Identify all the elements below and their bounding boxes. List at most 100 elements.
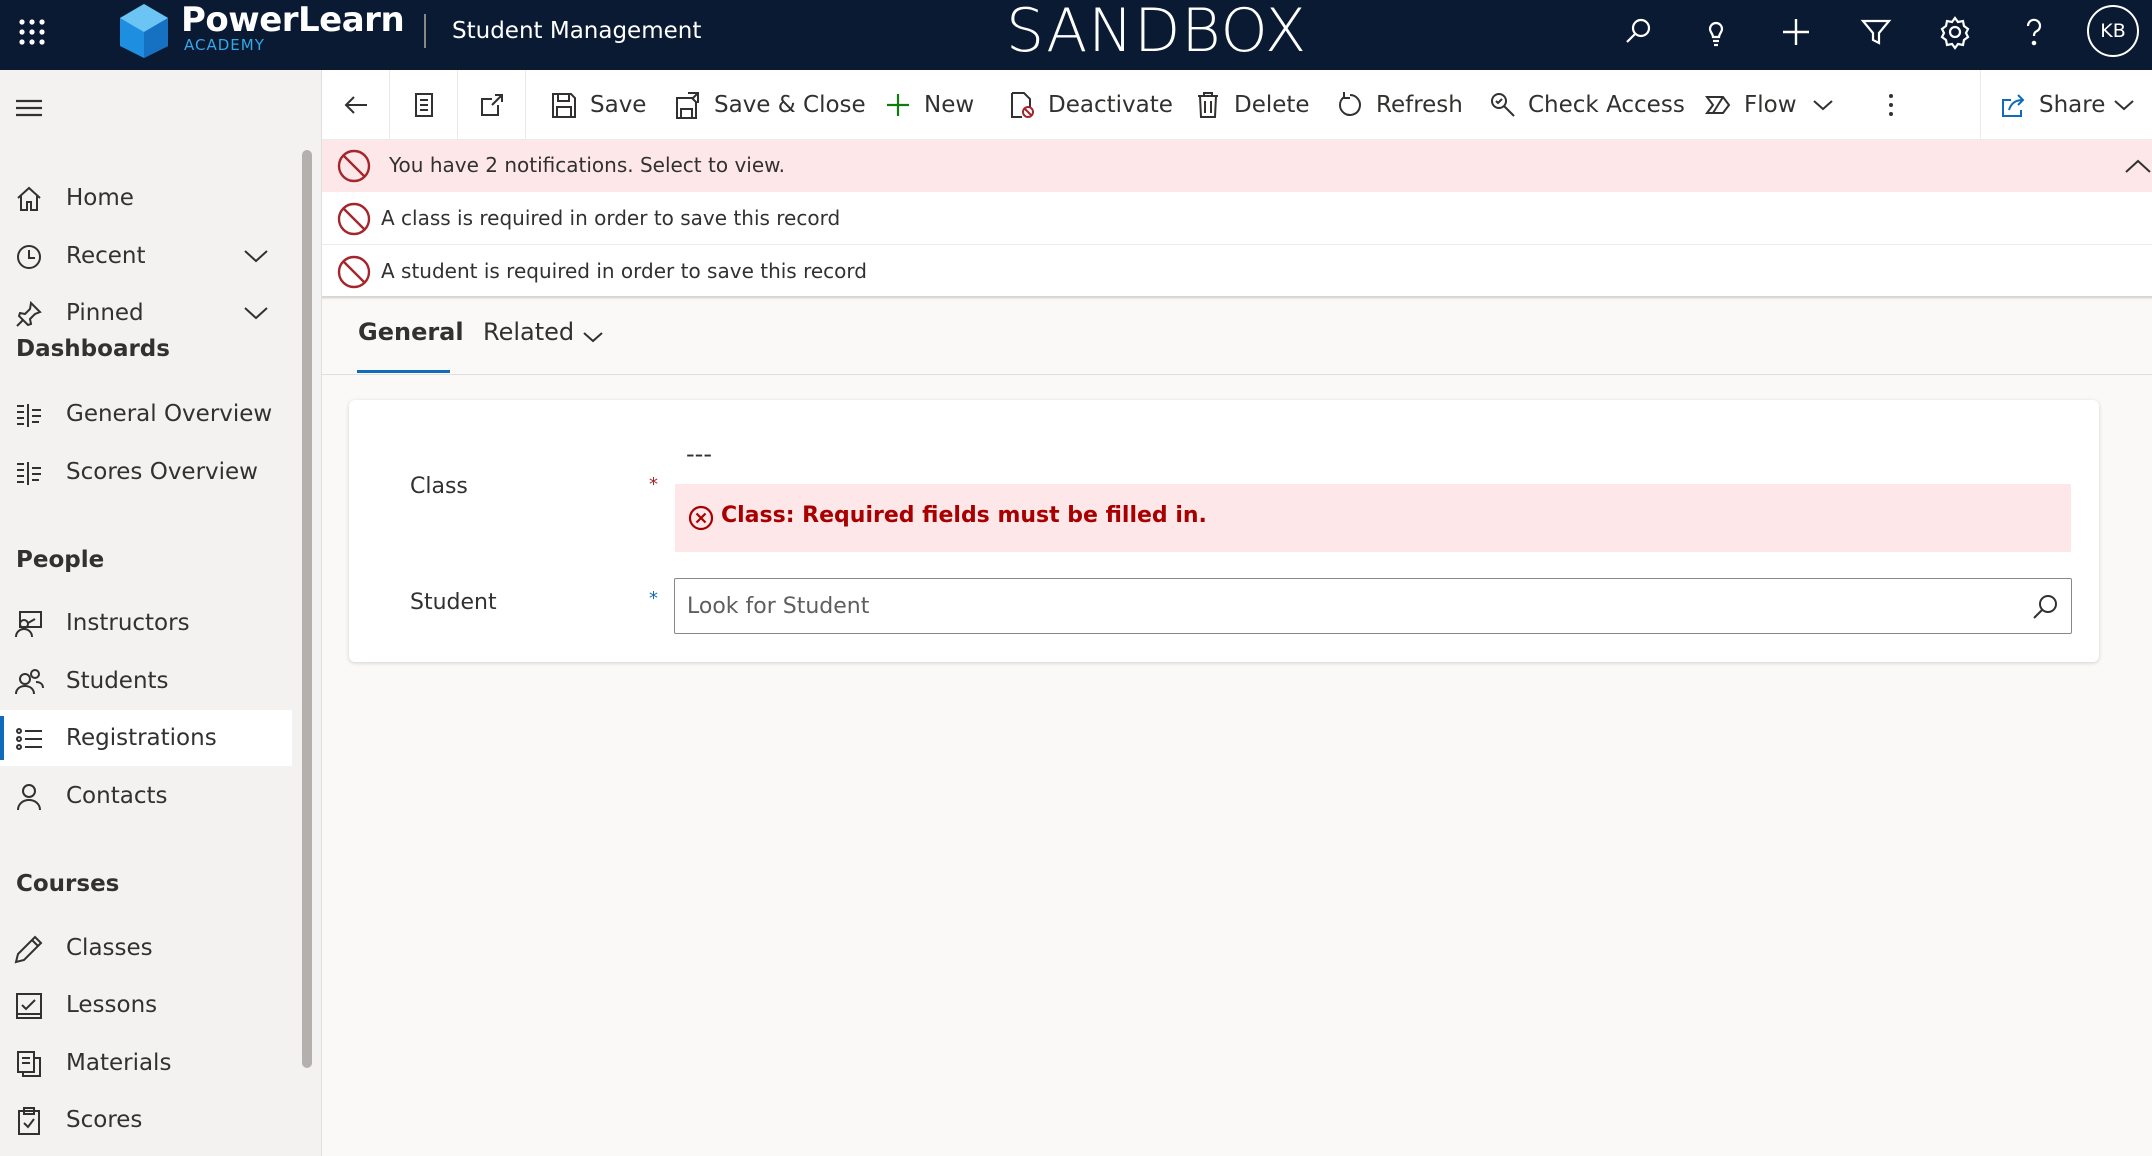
required-marker: * — [649, 588, 658, 609]
delete-label: Delete — [1234, 92, 1310, 118]
notification-shadow — [322, 296, 2152, 300]
search-icon[interactable] — [2029, 591, 2061, 623]
notification-text: A student is required in order to save t… — [381, 259, 867, 283]
save-icon — [552, 93, 576, 118]
sidebar-item-scores[interactable]: Scores — [0, 1092, 292, 1148]
flow-button[interactable]: Flow — [1704, 70, 1797, 140]
trash-icon — [1198, 92, 1218, 118]
deactivate-icon — [1011, 92, 1034, 118]
share-chevron-down-icon[interactable] — [2111, 92, 2137, 118]
group-heading-courses: Courses — [16, 871, 120, 897]
list-icon — [14, 724, 44, 754]
error-circle-icon — [687, 504, 715, 532]
chevron-down-icon[interactable] — [242, 244, 270, 268]
class-error-text: Class: Required fields must be filled in… — [721, 503, 1207, 528]
class-field-value[interactable]: --- — [686, 440, 712, 468]
flow-chevron-down-icon[interactable] — [1810, 92, 1836, 118]
help-icon[interactable] — [2016, 14, 2052, 50]
delete-button[interactable]: Delete — [1194, 70, 1310, 140]
sidebar-item-label: Contacts — [66, 783, 168, 809]
new-label: New — [924, 92, 975, 118]
sidebar-item-label: Scores — [66, 1107, 143, 1133]
pencil-icon — [14, 934, 44, 964]
sidebar-item-scores-overview[interactable]: Scores Overview — [0, 444, 292, 500]
plus-icon — [887, 94, 909, 116]
user-avatar[interactable]: KB — [2087, 5, 2139, 57]
sidebar-item-label: Registrations — [66, 725, 217, 751]
sidebar-item-contacts[interactable]: Contacts — [0, 768, 292, 824]
notification-summary: You have 2 notifications. Select to view… — [389, 153, 786, 177]
notification-item[interactable]: A student is required in order to save t… — [322, 245, 2152, 298]
sidebar-item-lessons[interactable]: Lessons — [0, 977, 292, 1033]
chevron-down-icon[interactable] — [580, 324, 606, 350]
sidebar-item-classes[interactable]: Classes — [0, 920, 292, 976]
save-close-icon — [676, 92, 699, 119]
plus-icon[interactable] — [1778, 14, 1814, 50]
person-icon — [14, 782, 44, 812]
environment-label: SANDBOX — [1006, 0, 1308, 66]
tab-related[interactable]: Related — [483, 318, 574, 346]
settings-icon[interactable] — [1937, 14, 1973, 50]
command-bar: Save Save & Close New Deactivate Delete … — [322, 70, 2152, 140]
check-access-icon — [1491, 93, 1515, 117]
deactivate-button[interactable]: Deactivate — [1008, 70, 1173, 140]
search-icon[interactable] — [1620, 14, 1656, 50]
chevron-up-icon[interactable] — [2122, 150, 2152, 182]
document-icon — [414, 93, 433, 117]
home-icon — [14, 184, 44, 214]
open-new-window-button[interactable] — [458, 70, 526, 140]
share-button[interactable]: Share — [1980, 70, 2152, 140]
refresh-icon — [1339, 92, 1361, 116]
student-lookup-input[interactable] — [687, 589, 1987, 623]
notification-banner[interactable]: You have 2 notifications. Select to view… — [322, 140, 2152, 192]
sidebar-item-label: Classes — [66, 935, 153, 961]
sidebar-item-registrations[interactable]: Registrations — [0, 710, 292, 766]
refresh-button[interactable]: Refresh — [1336, 70, 1463, 140]
sidebar-item-label: Lessons — [66, 992, 158, 1018]
lightbulb-icon[interactable] — [1698, 14, 1734, 50]
instructor-icon — [14, 609, 44, 639]
class-field-label: Class — [410, 474, 468, 499]
sidebar-item-home[interactable]: Home — [0, 170, 292, 226]
share-label: Share — [2039, 92, 2106, 118]
app-name[interactable]: Student Management — [452, 18, 701, 44]
notification-text: A class is required in order to save thi… — [381, 206, 841, 230]
dashboard-icon — [14, 458, 44, 488]
copy-icon — [14, 1049, 44, 1079]
required-marker: * — [649, 474, 658, 495]
form-view-button[interactable] — [390, 70, 458, 140]
group-heading-people: People — [16, 547, 105, 573]
sidebar-item-general-overview[interactable]: General Overview — [0, 386, 292, 442]
flow-label: Flow — [1744, 92, 1797, 118]
save-button[interactable]: Save — [550, 70, 646, 140]
sidebar-item-recent[interactable]: Recent — [0, 228, 292, 284]
tab-general[interactable]: General — [358, 318, 464, 346]
more-commands-icon[interactable] — [1876, 90, 1906, 120]
sidebar-item-pinned[interactable]: Pinned — [0, 285, 292, 341]
sidebar-item-label: General Overview — [66, 401, 273, 427]
notification-item[interactable]: A class is required in order to save thi… — [322, 192, 2152, 245]
sidebar-item-label: Scores Overview — [66, 459, 258, 485]
sidebar-item-students[interactable]: Students — [0, 653, 292, 709]
back-button[interactable] — [322, 70, 390, 140]
sidebar-item-materials[interactable]: Materials — [0, 1035, 292, 1091]
clock-icon — [14, 242, 44, 272]
student-lookup-field[interactable] — [674, 578, 2072, 634]
check-access-button[interactable]: Check Access — [1488, 70, 1685, 140]
refresh-label: Refresh — [1376, 92, 1463, 118]
brand-name: PowerLearn — [181, 0, 405, 40]
new-button[interactable]: New — [884, 70, 974, 140]
share-command[interactable]: Share — [1999, 70, 2105, 140]
chevron-down-icon[interactable] — [242, 301, 270, 325]
filter-icon[interactable] — [1858, 14, 1894, 50]
sidebar-scrollbar[interactable] — [302, 150, 312, 1068]
blocked-icon — [336, 201, 372, 237]
save-and-close-button[interactable]: Save & Close — [674, 70, 866, 140]
share-icon — [2002, 94, 2025, 117]
checklist-icon — [14, 991, 44, 1021]
sidebar-item-label: Recent — [66, 243, 146, 269]
sidebar-item-instructors[interactable]: Instructors — [0, 595, 292, 651]
hamburger-menu-icon[interactable] — [14, 96, 44, 120]
student-field-label: Student — [410, 590, 497, 615]
waffle-icon[interactable] — [14, 14, 50, 50]
